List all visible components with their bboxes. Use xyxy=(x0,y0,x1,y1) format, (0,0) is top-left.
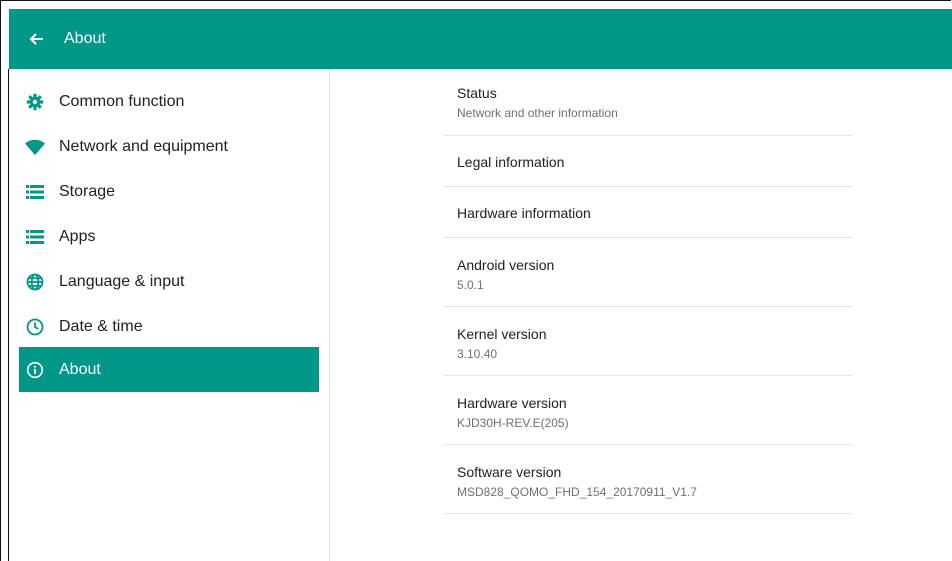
about-list: Status Network and other information Leg… xyxy=(443,69,853,514)
hardware-information-row[interactable]: Hardware information xyxy=(443,187,853,238)
row-title: Status xyxy=(457,85,497,101)
sidebar-item-label: Network and equipment xyxy=(59,137,228,155)
status-row[interactable]: Status Network and other information xyxy=(443,69,853,136)
sidebar-item-label: Common function xyxy=(59,92,185,110)
sidebar-item-label: Storage xyxy=(59,182,116,200)
sidebar-item-label: Apps xyxy=(59,227,96,245)
row-title: Software version xyxy=(457,464,562,480)
kernel-version-row[interactable]: Kernel version 3.10.40 xyxy=(443,307,853,376)
sidebar-item-storage[interactable]: Storage xyxy=(19,169,319,214)
page-title: About xyxy=(64,30,106,47)
android-version-row[interactable]: Android version 5.0.1 xyxy=(443,238,853,307)
globe-icon xyxy=(25,272,45,292)
sidebar-item-label: About xyxy=(59,360,101,378)
info-icon xyxy=(25,360,45,380)
app-bar: About xyxy=(9,9,952,69)
back-arrow-icon[interactable] xyxy=(26,29,46,49)
row-title: Hardware version xyxy=(457,395,567,411)
apps-list-icon xyxy=(25,227,45,247)
hardware-version-row[interactable]: Hardware version KJD30H-REV.E(205) xyxy=(443,376,853,445)
row-summary: Network and other information xyxy=(457,106,618,120)
storage-list-icon xyxy=(25,182,45,202)
sidebar-item-language[interactable]: Language & input xyxy=(19,259,319,304)
sidebar-item-network[interactable]: Network and equipment xyxy=(19,124,319,169)
sidebar-item-common-function[interactable]: Common function xyxy=(19,79,319,124)
software-version-row[interactable]: Software version MSD828_QOMO_FHD_154_201… xyxy=(443,445,853,514)
clock-icon xyxy=(25,317,45,337)
sidebar-item-date-time[interactable]: Date & time xyxy=(19,304,319,349)
sidebar-item-label: Date & time xyxy=(59,317,143,335)
row-title: Kernel version xyxy=(457,326,547,342)
row-summary: 5.0.1 xyxy=(457,278,484,292)
sidebar-item-apps[interactable]: Apps xyxy=(19,214,319,259)
row-title: Hardware information xyxy=(457,205,591,221)
row-summary: KJD30H-REV.E(205) xyxy=(457,416,569,430)
gear-icon xyxy=(25,92,45,112)
wifi-icon xyxy=(25,137,45,157)
sidebar-item-about[interactable]: About xyxy=(19,347,319,392)
row-title: Android version xyxy=(457,257,555,273)
legal-information-row[interactable]: Legal information xyxy=(443,136,853,187)
row-summary: MSD828_QOMO_FHD_154_20170911_V1.7 xyxy=(457,485,697,499)
sidebar-item-label: Language & input xyxy=(59,272,185,290)
row-title: Legal information xyxy=(457,154,565,170)
row-summary: 3.10.40 xyxy=(457,347,498,361)
sidebar: Common function Network and equipment St… xyxy=(9,69,330,561)
